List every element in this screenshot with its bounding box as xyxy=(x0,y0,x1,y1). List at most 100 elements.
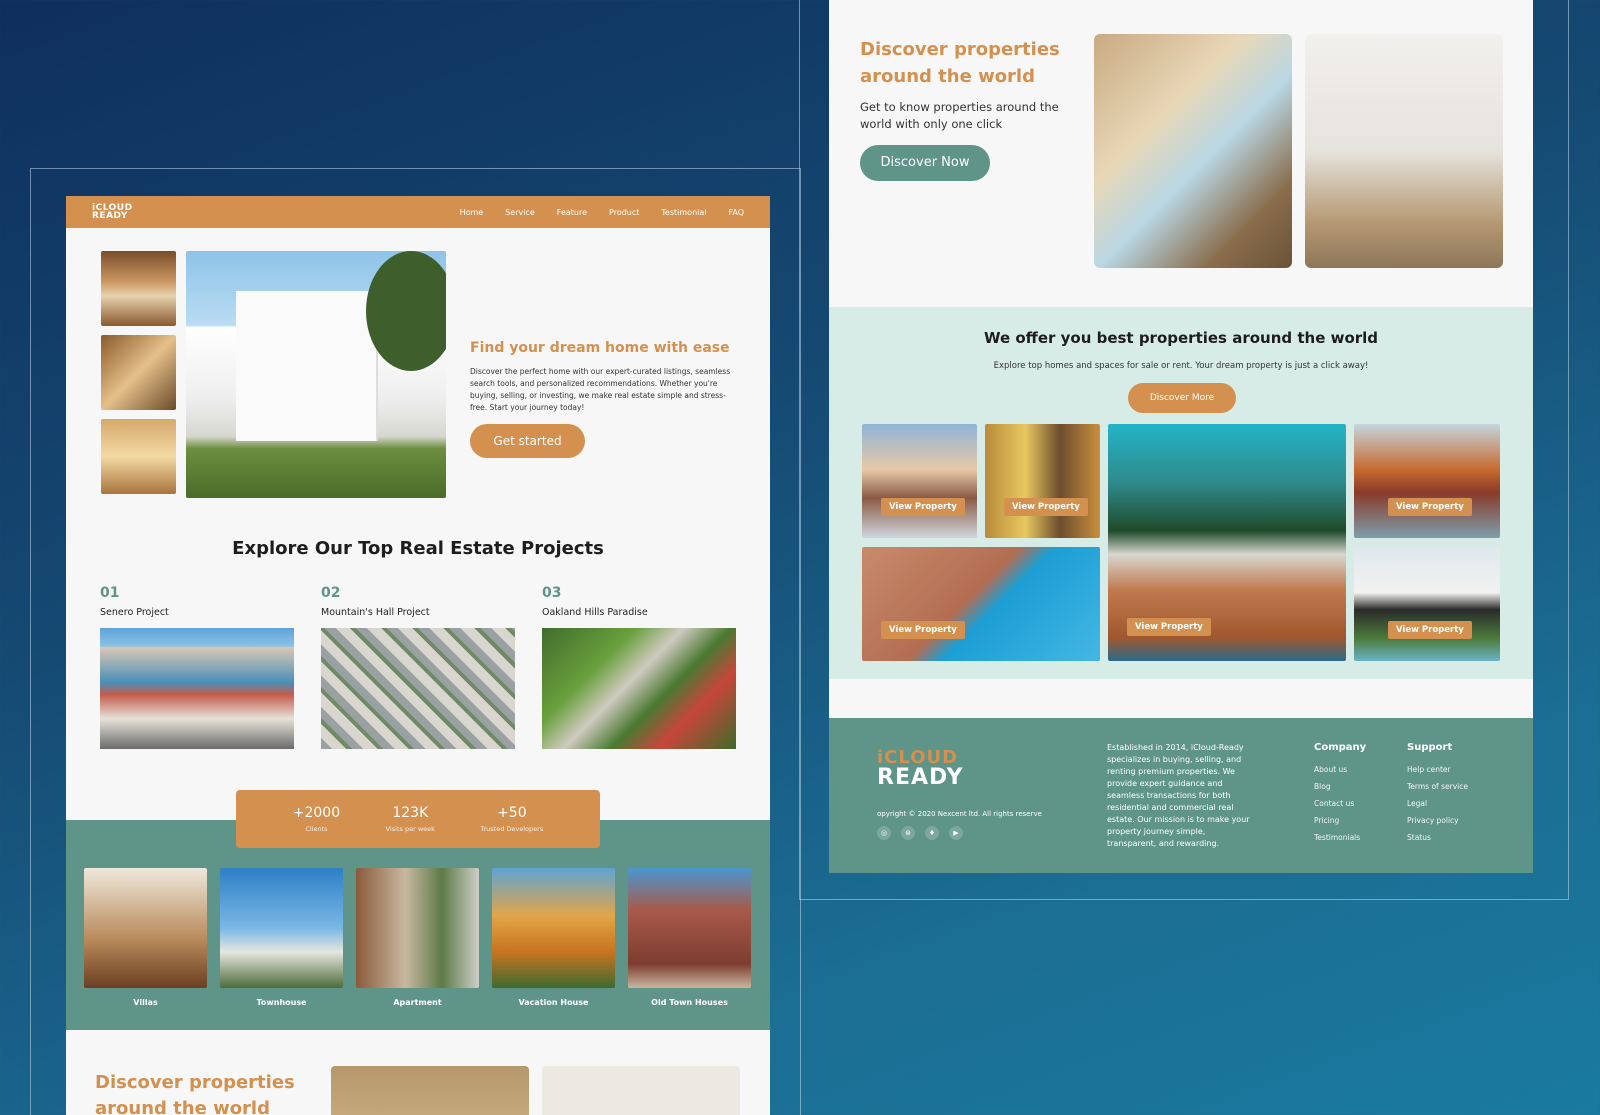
stat-value: +50 xyxy=(497,805,527,821)
footer-company-column: Company About us Blog Contact us Pricing… xyxy=(1314,742,1366,850)
projects-list: 01 Senero Project 02 Mountain's Hall Pro… xyxy=(66,585,770,749)
discover-image-dining xyxy=(1094,34,1292,268)
footer-link-terms[interactable]: Terms of service xyxy=(1407,782,1468,791)
stat-label: Clients xyxy=(305,825,328,833)
project-name: Oakland Hills Paradise xyxy=(542,607,648,618)
discover-image-kitchen xyxy=(1305,34,1503,268)
project-number: 03 xyxy=(542,585,562,601)
footer-logo-line2: READY xyxy=(877,765,964,790)
get-started-button[interactable]: Get started xyxy=(470,424,585,458)
stat-developers: +50 Trusted Developers xyxy=(480,805,543,833)
property-card-featured[interactable]: View Property xyxy=(1108,424,1346,661)
type-label: Vacation House xyxy=(518,998,589,1007)
nav-faq[interactable]: FAQ xyxy=(729,208,745,217)
stat-value: 123K xyxy=(392,805,429,821)
view-property-button[interactable]: View Property xyxy=(881,621,965,639)
hero-thumb-arch xyxy=(101,251,176,326)
nav-testimonial[interactable]: Testimonial xyxy=(661,208,706,217)
dribbble-icon[interactable]: ⊛ xyxy=(901,826,915,840)
footer-about: Established in 2014, iCloud-Ready specia… xyxy=(1107,743,1250,848)
type-label: Apartment xyxy=(393,998,442,1007)
project-name: Senero Project xyxy=(100,607,169,618)
footer-link-pricing[interactable]: Pricing xyxy=(1314,816,1366,825)
twitter-icon[interactable]: ♦ xyxy=(925,826,939,840)
nav-feature[interactable]: Feature xyxy=(557,208,587,217)
youtube-icon[interactable]: ▶ xyxy=(949,826,963,840)
property-card[interactable]: View Property xyxy=(985,424,1100,538)
stat-label: Trusted Developers xyxy=(480,825,544,833)
property-card[interactable]: View Property xyxy=(862,424,977,538)
view-property-button[interactable]: View Property xyxy=(1004,498,1088,516)
type-label: Old Town Houses xyxy=(651,998,728,1007)
type-image xyxy=(220,868,343,988)
project-card[interactable]: 01 Senero Project xyxy=(100,585,294,749)
hero-thumb-glass-dome xyxy=(101,335,176,410)
logo[interactable]: iCLOUD READY xyxy=(92,204,133,221)
copyright: opyright © 2020 Nexcent ltd. All rights … xyxy=(877,810,1042,818)
discover-now-button[interactable]: Discover Now xyxy=(860,145,990,181)
nav-links: Home Service Feature Product Testimonial… xyxy=(460,208,744,217)
nav-product[interactable]: Product xyxy=(609,208,639,217)
offer-title: We offer you best properties around the … xyxy=(983,329,1379,347)
discover-title: Discover properties around the world xyxy=(860,39,1060,87)
type-image xyxy=(628,868,751,988)
discover-title-left: Discover properties around the world xyxy=(95,1072,295,1115)
project-card[interactable]: 02 Mountain's Hall Project xyxy=(321,585,515,749)
type-image xyxy=(84,868,207,988)
type-card-townhouse[interactable]: Townhouse xyxy=(220,868,343,1007)
discover-description: Get to know properties around the world … xyxy=(860,100,1059,131)
footer-link-legal[interactable]: Legal xyxy=(1407,799,1468,808)
stat-visits: 123K Visits per week xyxy=(386,805,435,833)
stat-label: Visits per week xyxy=(385,825,435,833)
view-property-button[interactable]: View Property xyxy=(1127,618,1211,636)
footer-link-testimonials[interactable]: Testimonials xyxy=(1314,833,1366,842)
hero-title: Find your dream home with ease xyxy=(470,340,730,356)
footer-link-about[interactable]: About us xyxy=(1314,765,1366,774)
project-card[interactable]: 03 Oakland Hills Paradise xyxy=(542,585,736,749)
project-image xyxy=(321,628,515,749)
view-property-button[interactable]: View Property xyxy=(881,498,965,516)
nav-service[interactable]: Service xyxy=(505,208,535,217)
view-property-button[interactable]: View Property xyxy=(1388,498,1472,516)
footer-logo[interactable]: iCLOUD READY xyxy=(877,748,964,790)
footer-link-contact[interactable]: Contact us xyxy=(1314,799,1366,808)
instagram-icon[interactable]: ◎ xyxy=(877,826,891,840)
hero-text: Find your dream home with ease Discover … xyxy=(470,340,740,458)
property-card[interactable]: View Property xyxy=(1354,547,1500,661)
stat-value: +2000 xyxy=(292,805,341,821)
footer-link-privacy[interactable]: Privacy policy xyxy=(1407,816,1468,825)
projects-title: Explore Our Top Real Estate Projects xyxy=(232,538,604,559)
social-links: ◎ ⊛ ♦ ▶ xyxy=(877,826,963,840)
property-card[interactable]: View Property xyxy=(862,547,1100,661)
discover-more-button[interactable]: Discover More xyxy=(1128,383,1236,413)
footer-link-status[interactable]: Status xyxy=(1407,833,1468,842)
stat-clients: +2000 Clients xyxy=(293,805,340,833)
footer-link-help[interactable]: Help center xyxy=(1407,765,1468,774)
type-card-villas[interactable]: Villas xyxy=(84,868,207,1007)
right-page-mockup: Discover properties around the world Get… xyxy=(829,0,1533,873)
type-image xyxy=(492,868,615,988)
type-label: Villas xyxy=(133,998,158,1007)
footer-support-column: Support Help center Terms of service Leg… xyxy=(1407,742,1468,850)
footer: iCLOUD READY opyright © 2020 Nexcent ltd… xyxy=(829,718,1533,873)
project-name: Mountain's Hall Project xyxy=(321,607,430,618)
view-property-button[interactable]: View Property xyxy=(1388,621,1472,639)
hero-description: Discover the perfect home with our exper… xyxy=(470,367,731,412)
left-page-mockup: iCLOUD READY Home Service Feature Produc… xyxy=(66,196,770,1115)
property-types: Villas Townhouse Apartment Vacation Hous… xyxy=(84,868,751,1007)
project-number: 02 xyxy=(321,585,341,601)
footer-link-blog[interactable]: Blog xyxy=(1314,782,1366,791)
property-card[interactable]: View Property xyxy=(1354,424,1500,538)
discover-image-kitchen xyxy=(542,1066,740,1115)
hero-thumb-hall xyxy=(101,419,176,494)
hero-section: Find your dream home with ease Discover … xyxy=(66,228,770,518)
footer-company-title: Company xyxy=(1314,742,1367,753)
type-card-apartment[interactable]: Apartment xyxy=(356,868,479,1007)
type-card-old-town-houses[interactable]: Old Town Houses xyxy=(628,868,751,1007)
type-image xyxy=(356,868,479,988)
project-number: 01 xyxy=(100,585,120,601)
nav-home[interactable]: Home xyxy=(460,208,484,217)
hero-main-image xyxy=(186,251,446,498)
navbar: iCLOUD READY Home Service Feature Produc… xyxy=(66,196,770,228)
type-card-vacation-house[interactable]: Vacation House xyxy=(492,868,615,1007)
